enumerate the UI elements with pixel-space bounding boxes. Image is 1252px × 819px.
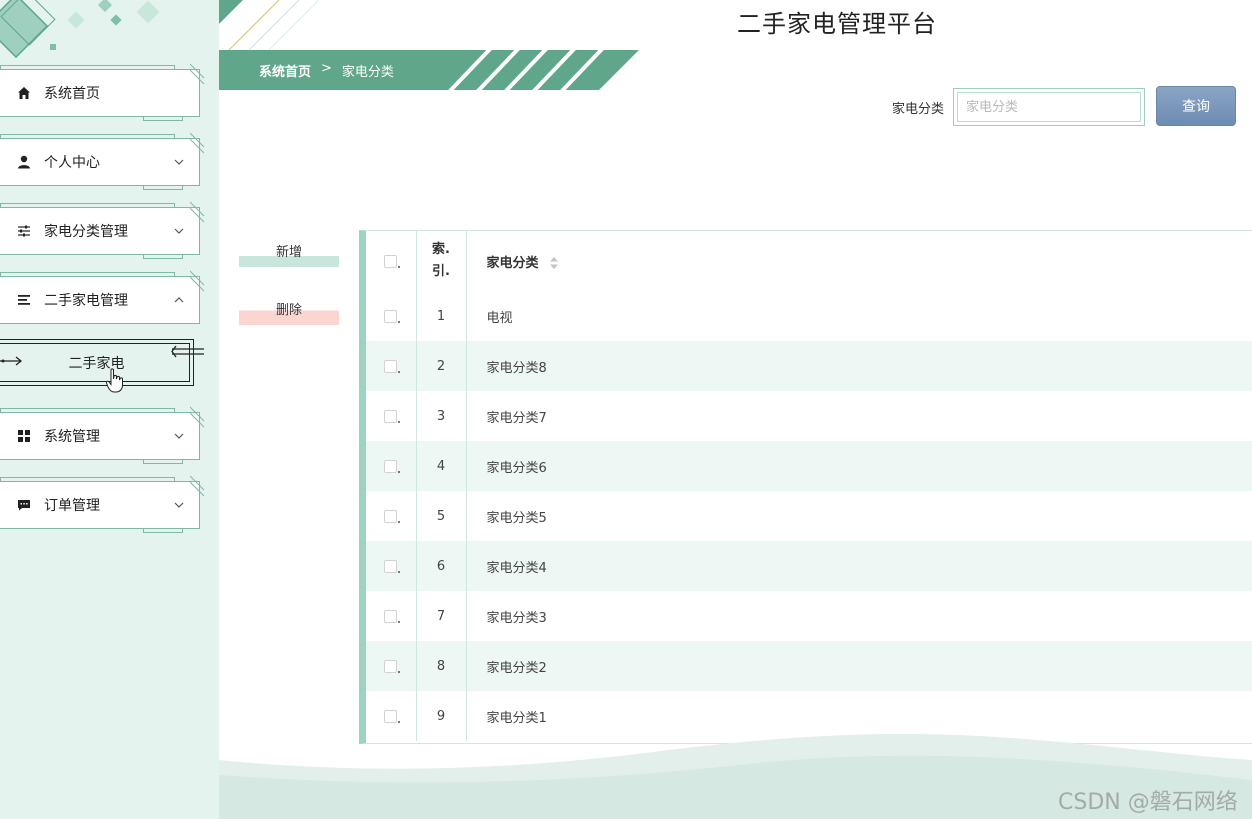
row-category: 家电分类4	[486, 560, 547, 576]
table-row[interactable]: 2 家电分类8	[366, 341, 1252, 391]
row-category: 电视	[486, 310, 513, 326]
row-category: 家电分类3	[486, 610, 547, 626]
row-checkbox[interactable]	[384, 459, 401, 473]
sidebar-item-label: 个人中心	[44, 155, 100, 171]
app-page: 系统首页 个人中心 家电分类管理 二手家电管理 二手家电 系统管理 订单管理 二…	[0, 0, 1252, 819]
row-index: 2	[416, 341, 467, 391]
sidebar-item-label: 家电分类管理	[44, 224, 128, 240]
chevron-up-icon	[174, 297, 184, 303]
table-row[interactable]: 6 家电分类4	[366, 541, 1252, 591]
category-table: 索. 引. 家电分类 1 电视 2 家电分类8 3 家电分类7 4 家电分类6 …	[359, 230, 1252, 744]
row-checkbox[interactable]	[384, 409, 401, 423]
row-checkbox[interactable]	[384, 359, 401, 373]
menu-tab-deco	[143, 186, 183, 190]
table-row[interactable]: 1 电视	[366, 291, 1252, 341]
sort-icon[interactable]	[549, 256, 559, 270]
row-category: 家电分类7	[486, 410, 547, 426]
chevron-down-icon	[174, 159, 184, 165]
row-checkbox-cell	[366, 391, 417, 441]
row-checkbox-cell	[366, 341, 417, 391]
sliders-icon	[16, 223, 32, 239]
row-checkbox-cell	[366, 441, 417, 491]
sidebar-item-system-management[interactable]: 系统管理	[0, 412, 200, 460]
row-checkbox[interactable]	[384, 509, 401, 523]
list-icon	[16, 292, 32, 308]
sidebar-item-order-management[interactable]: 订单管理	[0, 481, 200, 529]
page-title: 二手家电管理平台	[737, 10, 937, 38]
select-all-checkbox[interactable]	[384, 254, 401, 268]
row-index: 8	[416, 641, 467, 691]
chevron-down-icon	[174, 433, 184, 439]
table-row[interactable]: 8 家电分类2	[366, 641, 1252, 691]
sidebar-item-category-management[interactable]: 家电分类管理	[0, 207, 200, 255]
row-category: 家电分类8	[486, 360, 547, 376]
chevron-down-icon	[174, 228, 184, 234]
row-checkbox-cell	[366, 591, 417, 641]
corner-stripes-deco	[190, 63, 205, 497]
row-index: 3	[416, 391, 467, 441]
menu-tab-deco	[143, 255, 183, 259]
row-checkbox[interactable]	[384, 609, 401, 623]
sidebar: 系统首页 个人中心 家电分类管理 二手家电管理 二手家电 系统管理 订单管理	[0, 0, 219, 819]
sidebar-subitem-used-appliance[interactable]: 二手家电	[0, 339, 194, 386]
row-checkbox[interactable]	[384, 709, 401, 723]
sidebar-item-label: 订单管理	[44, 498, 100, 514]
search-label: 家电分类	[892, 102, 945, 117]
index-column-header: 索. 引.	[416, 231, 467, 291]
row-category: 家电分类5	[486, 510, 547, 526]
index-header-line2: 引.	[432, 264, 450, 279]
sidebar-item-label: 系统首页	[44, 86, 100, 102]
category-header-label: 家电分类	[486, 255, 539, 271]
select-all-cell	[366, 231, 417, 291]
menu-tab-deco	[143, 529, 183, 533]
table-row[interactable]: 7 家电分类3	[366, 591, 1252, 641]
sidebar-item-used-appliance-management[interactable]: 二手家电管理	[0, 276, 200, 324]
row-category: 家电分类6	[486, 460, 547, 476]
menu-tab-deco	[143, 117, 183, 121]
menu-tab-deco	[143, 460, 183, 464]
sidebar-item-personal-center[interactable]: 个人中心	[0, 138, 200, 186]
breadcrumb-home-link[interactable]: 系统首页	[259, 61, 311, 80]
header-corner-deco	[219, 0, 320, 50]
breadcrumb: 系统首页 > 家电分类	[259, 61, 394, 80]
table-row[interactable]: 3 家电分类7	[366, 391, 1252, 441]
arrow-right-icon	[0, 356, 23, 366]
hand-cursor-icon	[106, 368, 123, 393]
category-search-input[interactable]	[957, 92, 1141, 122]
row-index: 7	[416, 591, 467, 641]
row-index: 4	[416, 441, 467, 491]
row-checkbox-cell	[366, 491, 417, 541]
delete-button[interactable]: 删除	[239, 293, 339, 325]
decorative-squares-icon	[0, 0, 160, 59]
row-checkbox-cell	[366, 541, 417, 591]
row-index: 6	[416, 541, 467, 591]
index-header-line1: 索.	[432, 242, 450, 257]
row-checkbox-cell	[366, 641, 417, 691]
row-category: 家电分类2	[486, 660, 547, 676]
breadcrumb-current: 家电分类	[341, 65, 394, 80]
table-header-row: 索. 引. 家电分类	[366, 231, 1252, 291]
home-icon	[16, 85, 32, 101]
sidebar-item-home[interactable]: 系统首页	[0, 69, 200, 117]
sidebar-item-label: 系统管理	[44, 429, 100, 445]
watermark-text: CSDN @磐石网络	[1058, 790, 1238, 815]
user-icon	[16, 154, 32, 170]
table-row[interactable]: 4 家电分类6	[366, 441, 1252, 491]
row-checkbox-cell	[366, 291, 417, 341]
query-button[interactable]: 查询	[1156, 86, 1236, 126]
sidebar-item-label: 二手家电管理	[44, 293, 128, 309]
chat-icon	[16, 497, 32, 513]
breadcrumb-separator: >	[321, 61, 332, 76]
row-checkbox[interactable]	[384, 559, 401, 573]
add-button[interactable]: 新增	[239, 235, 339, 267]
chevron-down-icon	[174, 502, 184, 508]
row-index: 5	[416, 491, 467, 541]
row-index: 1	[416, 291, 467, 341]
table-row[interactable]: 5 家电分类5	[366, 491, 1252, 541]
row-checkbox[interactable]	[384, 659, 401, 673]
row-checkbox[interactable]	[384, 309, 401, 323]
category-column-header[interactable]: 家电分类	[466, 231, 1252, 291]
grid-icon	[16, 428, 32, 444]
search-field-wrapper	[953, 88, 1145, 126]
